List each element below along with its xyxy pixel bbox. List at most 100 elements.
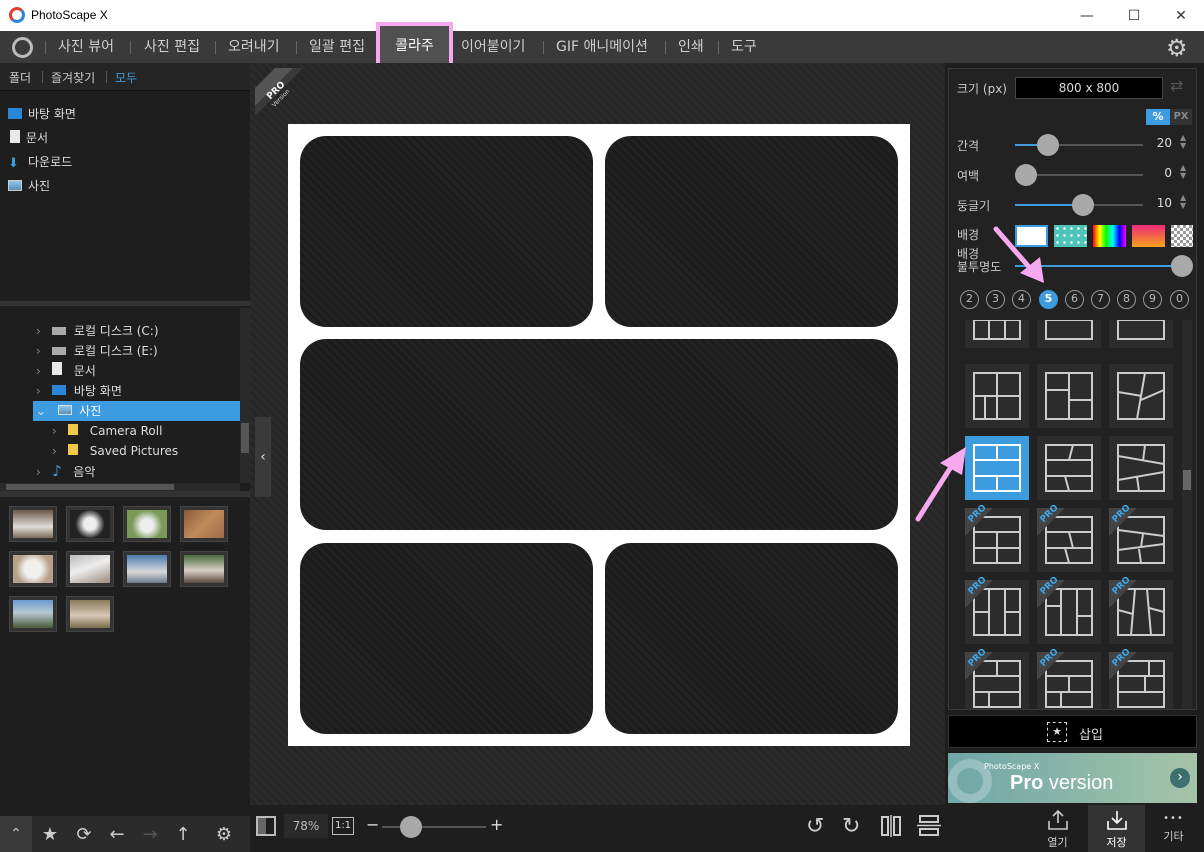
photo-thumbnail[interactable] <box>123 551 171 587</box>
count-2-button[interactable]: 2 <box>960 290 979 309</box>
quick-item-documents[interactable]: 문서 <box>8 129 48 146</box>
tree-item-e-drive[interactable]: › 로컬 디스크 (E:) <box>36 341 158 361</box>
panel-divider[interactable] <box>0 491 250 497</box>
favorite-star-icon[interactable]: ★ <box>34 816 66 852</box>
count-4-button[interactable]: 4 <box>1012 290 1031 309</box>
collage-template[interactable] <box>1109 436 1173 500</box>
save-button[interactable]: 저장 <box>1088 805 1145 852</box>
collage-cell[interactable] <box>300 136 593 327</box>
swap-arrows-icon[interactable]: ⇄ <box>1170 76 1183 95</box>
photo-thumbnail[interactable] <box>66 551 114 587</box>
spacing-slider-knob[interactable] <box>1037 134 1059 156</box>
tree-item-documents[interactable]: › 문서 <box>36 361 96 381</box>
tab-favorites[interactable]: 즐겨찾기 <box>51 69 95 86</box>
menu-combine[interactable]: 이어붙이기 <box>461 31 525 63</box>
collage-template-pro[interactable]: PRO <box>965 503 1029 572</box>
collage-template-pro[interactable]: PRO <box>1109 575 1173 644</box>
tree-horizontal-scrollbar[interactable] <box>0 483 240 491</box>
tree-vertical-scrollbar[interactable] <box>240 308 250 483</box>
margin-stepper-icon[interactable]: ▲ ▼ <box>1180 164 1186 180</box>
fit-to-window-icon[interactable] <box>256 816 276 836</box>
zoom-value[interactable]: 78% <box>284 814 328 838</box>
panel-divider[interactable] <box>0 301 250 306</box>
photoscape-home-icon[interactable] <box>12 37 33 58</box>
quick-item-pictures[interactable]: 사진 <box>8 177 50 194</box>
unit-px-button[interactable]: PX <box>1170 109 1192 125</box>
quick-item-downloads[interactable]: ⬇ 다운로드 <box>8 153 72 171</box>
collage-template[interactable] <box>1037 364 1101 428</box>
collage-template[interactable] <box>1109 320 1173 348</box>
menu-photo-editor[interactable]: 사진 편집 <box>144 31 200 63</box>
collage-template[interactable] <box>965 320 1029 348</box>
photo-thumbnail[interactable] <box>66 506 114 542</box>
count-7-button[interactable]: 7 <box>1091 290 1110 309</box>
zoom-out-button[interactable]: − <box>366 815 379 834</box>
up-arrow-icon[interactable]: ↑ <box>167 816 199 852</box>
more-button[interactable]: ••• 기타 <box>1145 805 1202 852</box>
background-swatch-rainbow[interactable] <box>1093 225 1126 247</box>
settings-gear-icon[interactable]: ⚙ <box>1166 34 1188 62</box>
zoom-slider-knob[interactable] <box>400 816 423 838</box>
collage-cell[interactable] <box>300 543 593 734</box>
collapse-up-button[interactable]: ⌃ <box>0 816 32 852</box>
collage-template[interactable] <box>1037 320 1101 348</box>
roundness-value[interactable]: 10 <box>1148 196 1172 210</box>
template-scrollbar[interactable] <box>1182 320 1192 709</box>
opacity-slider-knob[interactable] <box>1171 255 1193 277</box>
count-9-button[interactable]: 9 <box>1143 290 1162 309</box>
menu-print[interactable]: 인쇄 <box>678 31 704 63</box>
collage-template[interactable] <box>965 364 1029 428</box>
photo-thumbnail[interactable] <box>180 551 228 587</box>
collapse-left-panel-button[interactable]: ‹ <box>255 417 271 497</box>
maximize-button[interactable]: ☐ <box>1111 0 1157 31</box>
tree-item-saved-pictures[interactable]: › Saved Pictures <box>52 441 178 461</box>
tree-item-c-drive[interactable]: › 로컬 디스크 (C:) <box>36 321 159 341</box>
refresh-icon[interactable]: ⟳ <box>68 816 100 852</box>
roundness-stepper-icon[interactable]: ▲ ▼ <box>1180 194 1186 210</box>
quick-item-desktop[interactable]: 바탕 화면 <box>8 105 76 122</box>
background-swatch-pattern[interactable] <box>1054 225 1087 247</box>
photo-thumbnail[interactable] <box>66 596 114 632</box>
settings-gear-icon[interactable]: ⚙ <box>208 816 240 852</box>
collage-template-pro[interactable]: PRO <box>1109 503 1173 572</box>
close-button[interactable]: ✕ <box>1158 0 1204 31</box>
zoom-in-button[interactable]: + <box>490 815 503 834</box>
actual-size-button[interactable]: 1:1 <box>332 817 354 835</box>
tree-item-music[interactable]: › ♪ 음악 <box>36 461 95 481</box>
flip-horizontal-icon[interactable] <box>881 815 901 837</box>
spacing-value[interactable]: 20 <box>1148 136 1172 150</box>
collage-template-pro[interactable]: PRO <box>1037 647 1101 709</box>
minimize-button[interactable]: — <box>1064 0 1110 31</box>
collage-template-pro[interactable]: PRO <box>1109 647 1173 709</box>
tab-all[interactable]: 모두 <box>115 69 137 86</box>
background-swatch-gradient[interactable] <box>1132 225 1165 247</box>
margin-slider-knob[interactable] <box>1015 164 1037 186</box>
background-swatch-transparent[interactable] <box>1171 225 1193 247</box>
photo-thumbnail[interactable] <box>123 506 171 542</box>
rotate-right-icon[interactable]: ↻ <box>842 814 860 839</box>
forward-arrow-icon[interactable]: → <box>134 816 166 852</box>
margin-value[interactable]: 0 <box>1148 166 1172 180</box>
unit-percent-button[interactable]: % <box>1146 109 1170 125</box>
open-button[interactable]: 열기 <box>1029 805 1086 852</box>
menu-batch-editor[interactable]: 일괄 편집 <box>309 31 365 63</box>
collage-template-pro[interactable]: PRO <box>1037 575 1101 644</box>
collage-template-selected[interactable] <box>965 436 1029 500</box>
photo-thumbnail[interactable] <box>9 596 57 632</box>
collage-canvas[interactable] <box>288 124 910 746</box>
back-arrow-icon[interactable]: ← <box>101 816 133 852</box>
tab-folder[interactable]: 폴더 <box>9 69 31 86</box>
photo-thumbnail[interactable] <box>9 506 57 542</box>
photo-thumbnail[interactable] <box>9 551 57 587</box>
collage-template-pro[interactable]: PRO <box>965 647 1029 709</box>
spacing-stepper-icon[interactable]: ▲ ▼ <box>1180 134 1186 150</box>
collage-cell[interactable] <box>605 136 898 327</box>
menu-gif-animation[interactable]: GIF 애니메이션 <box>556 31 648 63</box>
collage-template[interactable] <box>1109 364 1173 428</box>
roundness-slider-knob[interactable] <box>1072 194 1094 216</box>
count-6-button[interactable]: 6 <box>1065 290 1084 309</box>
photo-thumbnail[interactable] <box>180 506 228 542</box>
collage-template-pro[interactable]: PRO <box>1037 503 1101 572</box>
flip-vertical-icon[interactable] <box>917 815 941 837</box>
spacing-slider-track[interactable] <box>1015 144 1143 146</box>
